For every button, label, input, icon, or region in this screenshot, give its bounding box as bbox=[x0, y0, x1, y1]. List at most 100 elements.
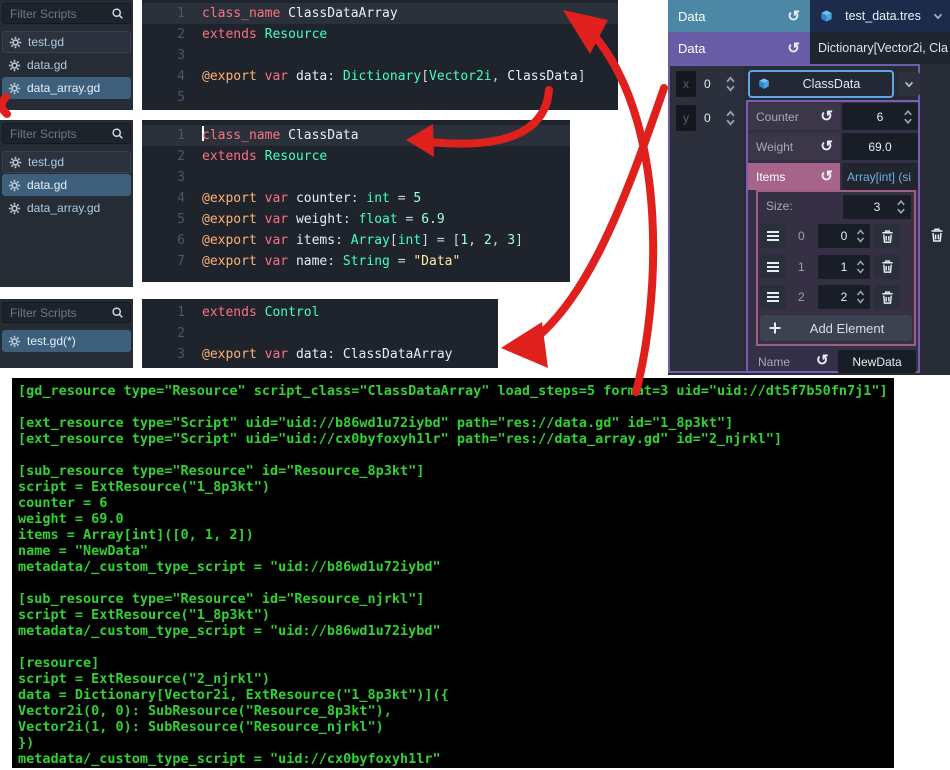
code-line[interactable]: 1 extends Control bbox=[142, 302, 498, 323]
gear-icon bbox=[8, 335, 21, 347]
spinner-icon[interactable] bbox=[902, 108, 914, 125]
sidebar-item-data-gd[interactable]: data.gd bbox=[2, 174, 131, 196]
code-line[interactable]: 3 bbox=[142, 167, 570, 188]
name-value: NewData bbox=[852, 354, 902, 369]
key-x-label: x bbox=[676, 71, 696, 97]
sidebar-item-data-gd[interactable]: data.gd bbox=[2, 54, 131, 76]
items-type-link[interactable]: Array[int] (si bbox=[842, 163, 918, 190]
code-editor-data-array[interactable]: 1 class_name ClassDataArray 2 extends Resou… bbox=[142, 0, 618, 110]
array-size-field[interactable]: 3 bbox=[843, 195, 911, 219]
tres-line: script = ExtResource("2_njrkl") bbox=[18, 671, 270, 687]
tres-line bbox=[18, 575, 894, 591]
code-text: @export var weight: float = 6.9 bbox=[202, 212, 445, 227]
element-value-field[interactable]: 1 bbox=[818, 254, 870, 279]
tres-line: metadata/_custom_type_script = "uid://cx… bbox=[18, 751, 441, 767]
delete-element-button[interactable] bbox=[874, 224, 900, 248]
delete-element-button[interactable] bbox=[874, 285, 900, 309]
code-editor-test[interactable]: 1 extends Control 2 3 @export var data: Clas… bbox=[142, 299, 498, 368]
counter-value-field[interactable]: 6 bbox=[842, 103, 918, 130]
code-line[interactable]: 4 @export var data: Dictionary[Vector2i, … bbox=[142, 66, 618, 87]
code-line[interactable]: 1 class_name ClassData bbox=[142, 125, 570, 146]
revert-icon[interactable]: ↺ bbox=[820, 139, 833, 154]
tres-line bbox=[18, 447, 894, 463]
property-header-data: Data ↺ bbox=[668, 0, 810, 32]
line-number: 4 bbox=[177, 191, 185, 206]
script-file-list: test.gd data.gd data_array.gd bbox=[0, 31, 133, 99]
code-line[interactable]: 6 @export var items: Array[int] = [1, 2, … bbox=[142, 230, 570, 251]
tres-line: items = Array[int]([0, 1, 2]) bbox=[18, 527, 254, 543]
delete-element-button[interactable] bbox=[874, 254, 900, 279]
revert-icon[interactable]: ↺ bbox=[816, 353, 829, 368]
gear-icon bbox=[9, 156, 22, 168]
property-header-dictionary: Data ↺ bbox=[668, 32, 810, 64]
revert-icon[interactable]: ↺ bbox=[820, 109, 833, 124]
line-number: 2 bbox=[177, 27, 185, 42]
spinner-icon[interactable] bbox=[855, 289, 866, 305]
tres-line: script = ExtResource("1_8p3kt") bbox=[18, 607, 270, 623]
resource-name: test_data.tres bbox=[845, 9, 921, 23]
spinner-icon[interactable] bbox=[895, 199, 907, 216]
code-line[interactable]: 2 bbox=[142, 323, 498, 344]
sidebar-item-test-gd[interactable]: test.gd bbox=[2, 31, 131, 53]
resource-cube-icon bbox=[821, 9, 832, 22]
code-line[interactable]: 4 @export var counter: int = 5 bbox=[142, 188, 570, 209]
code-text: @export var counter: int = 5 bbox=[202, 191, 422, 206]
dictionary-type-box[interactable]: Dictionary[Vector2i, Cla bbox=[810, 32, 950, 64]
spinner-icon[interactable] bbox=[855, 259, 866, 275]
code-line[interactable]: 2 extends Resource bbox=[142, 24, 618, 45]
element-value-field[interactable]: 0 bbox=[818, 224, 870, 248]
code-line[interactable]: 5 @export var weight: float = 6.9 bbox=[142, 209, 570, 230]
weight-value-field[interactable]: 69.0 bbox=[842, 133, 918, 160]
drag-handle-icon bbox=[767, 261, 779, 272]
code-editor-data[interactable]: 1 class_name ClassData 2 extends Resource 3 4… bbox=[142, 120, 570, 282]
delete-pair-button[interactable] bbox=[925, 222, 949, 248]
filter-scripts-input[interactable]: Filter Scripts bbox=[2, 302, 131, 323]
resource-options-button[interactable] bbox=[898, 72, 920, 96]
drag-handle-button[interactable] bbox=[760, 224, 786, 248]
script-file-list: test.gd data.gd data_array.gd bbox=[0, 151, 133, 219]
drag-handle-button[interactable] bbox=[760, 254, 786, 279]
resource-picker-test-data[interactable]: test_data.tres bbox=[810, 0, 950, 32]
code-line[interactable]: 3 bbox=[142, 45, 618, 66]
line-number: 4 bbox=[177, 69, 185, 84]
tres-file-text[interactable]: [gd_resource type="Resource" script_clas… bbox=[12, 378, 894, 768]
code-line[interactable]: 7 @export var name: String = "Data" bbox=[142, 251, 570, 272]
revert-icon[interactable]: ↺ bbox=[787, 41, 800, 56]
filter-scripts-input[interactable]: Filter Scripts bbox=[2, 3, 131, 24]
sidebar-item-data-array-gd[interactable]: data_array.gd bbox=[2, 77, 131, 99]
code-line[interactable]: 2 extends Resource bbox=[142, 146, 570, 167]
code-text: @export var items: Array[int] = [1, 2, 3… bbox=[202, 233, 523, 248]
key-y-value[interactable]: 0 bbox=[704, 111, 711, 125]
spinner-icon[interactable] bbox=[724, 75, 737, 93]
key-x-value[interactable]: 0 bbox=[704, 77, 711, 91]
sidebar-item-data-array-gd[interactable]: data_array.gd bbox=[2, 197, 131, 219]
filter-scripts-input[interactable]: Filter Scripts bbox=[2, 123, 131, 144]
script-sidebar-2: Filter Scripts test.gd data.gd data_array.… bbox=[0, 120, 133, 287]
property-row-weight: Weight ↺ bbox=[748, 133, 840, 160]
resource-picker-classdata[interactable]: ClassData bbox=[748, 70, 894, 98]
property-label: Counter bbox=[756, 109, 799, 124]
line-number: 1 bbox=[177, 128, 185, 143]
element-value-field[interactable]: 2 bbox=[818, 285, 870, 309]
add-element-button[interactable]: Add Element bbox=[760, 315, 912, 341]
name-value-field[interactable]: NewData bbox=[838, 350, 916, 373]
tres-line: [ext_resource type="Script" uid="uid://c… bbox=[18, 431, 783, 447]
sidebar-item-test-gd[interactable]: test.gd bbox=[2, 151, 131, 173]
array-size-value: 3 bbox=[873, 200, 881, 214]
revert-icon[interactable]: ↺ bbox=[820, 169, 833, 184]
property-label: Weight bbox=[756, 139, 794, 154]
code-line[interactable]: 1 class_name ClassDataArray bbox=[142, 3, 618, 24]
code-line[interactable]: 3 @export var data: ClassDataArray bbox=[142, 344, 498, 365]
spinner-icon[interactable] bbox=[855, 228, 866, 244]
code-line[interactable]: 5 bbox=[142, 87, 618, 108]
sidebar-item-test-gd[interactable]: test.gd(*) bbox=[2, 330, 131, 352]
key-y-label: y bbox=[676, 105, 696, 131]
element-value: 1 bbox=[840, 259, 848, 274]
spinner-icon[interactable] bbox=[724, 109, 737, 127]
line-number: 6 bbox=[177, 233, 185, 248]
code-text: class_name ClassData bbox=[202, 126, 359, 143]
screenshot-canvas: Filter Scripts test.gd data.gd data_array.… bbox=[0, 0, 950, 770]
drag-handle-button[interactable] bbox=[760, 285, 786, 309]
chevron-down-icon[interactable] bbox=[932, 10, 944, 22]
revert-icon[interactable]: ↺ bbox=[787, 9, 800, 24]
